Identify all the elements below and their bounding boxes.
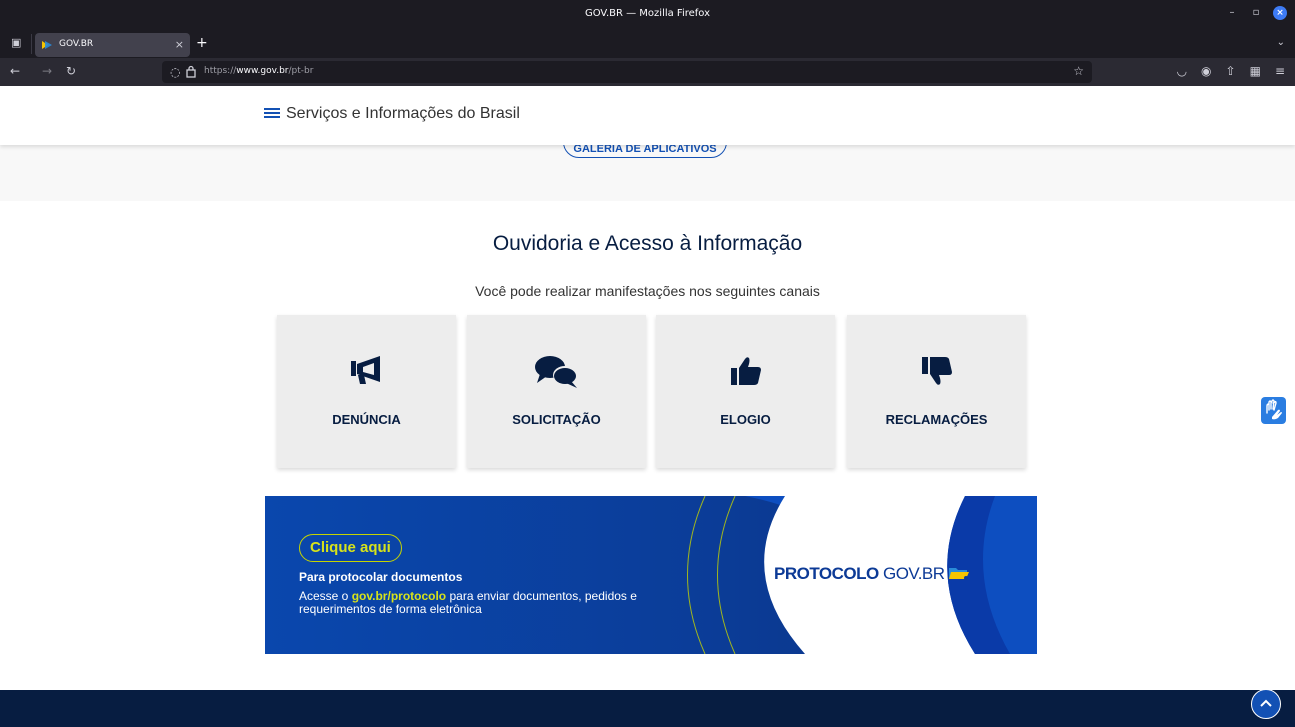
url-text[interactable]: https://www.gov.br/pt-br (204, 66, 313, 76)
url-scheme: https:// (204, 66, 237, 76)
tab-separator (31, 34, 32, 54)
site-title[interactable]: Serviços e Informações do Brasil (286, 105, 520, 123)
thumbs-down-icon (921, 357, 952, 385)
vlibras-accessibility-button[interactable] (1261, 397, 1286, 424)
card-denuncia[interactable]: DENÚNCIA (277, 315, 456, 468)
close-window-icon[interactable]: × (1273, 6, 1287, 20)
folder-icon (948, 568, 969, 580)
toolbar-actions: ◡ ◉ ⇧ ▦ ≡ (1177, 63, 1285, 79)
new-tab-icon[interactable]: + (196, 36, 208, 50)
web-page: Serviços e Informações do Brasil GALERIA… (0, 86, 1295, 727)
tab-bar: ▣ GOV.BR × + ⌄ (0, 30, 1295, 58)
site-footer (0, 690, 1295, 727)
protocolo-link[interactable]: gov.br/protocolo (352, 589, 446, 603)
scroll-to-top-button[interactable] (1251, 689, 1281, 719)
megaphone-icon (350, 356, 380, 384)
navigation-toolbar: ← → ↻ ◌ https://www.gov.br/pt-br ☆ ◡ ◉ ⇧… (0, 58, 1295, 86)
menu-icon[interactable] (264, 106, 280, 122)
hamburger-menu-icon[interactable]: ≡ (1275, 63, 1285, 79)
chevron-up-icon (1260, 699, 1272, 707)
clique-aqui-button[interactable]: Clique aqui (299, 534, 402, 562)
account-icon[interactable]: ◉ (1201, 63, 1211, 79)
logo-bold-text: PROTOCOLO (774, 564, 879, 583)
url-path: /pt-br (288, 66, 314, 76)
back-icon[interactable]: ← (10, 64, 20, 78)
window-controls: – ▫ × (1225, 6, 1287, 20)
window-title: GOV.BR — Mozilla Firefox (584, 8, 711, 19)
lock-icon[interactable] (186, 65, 196, 78)
forward-icon[interactable]: → (42, 64, 52, 78)
banner-text: Acesse o gov.br/protocolo para enviar do… (299, 590, 679, 616)
thumbs-up-icon (730, 357, 761, 385)
card-label: RECLAMAÇÕES (885, 412, 988, 427)
maximize-icon[interactable]: ▫ (1249, 6, 1263, 20)
card-solicitacao[interactable]: SOLICITAÇÃO (467, 315, 646, 468)
card-label: DENÚNCIA (332, 412, 401, 427)
tab-govbr[interactable]: GOV.BR × (35, 33, 190, 57)
card-elogio[interactable]: ELOGIO (656, 315, 835, 468)
chevron-down-icon[interactable]: ⌄ (1277, 37, 1285, 48)
site-header: Serviços e Informações do Brasil (0, 86, 1295, 145)
banner-heading: Para protocolar documentos (299, 570, 463, 584)
card-label: SOLICITAÇÃO (512, 412, 601, 427)
bookmark-star-icon[interactable]: ☆ (1073, 64, 1084, 78)
tab-title: GOV.BR (59, 39, 94, 49)
card-reclamacoes[interactable]: RECLAMAÇÕES (847, 315, 1026, 468)
apps-grid-icon[interactable]: ▦ (1250, 63, 1261, 79)
window-titlebar: GOV.BR — Mozilla Firefox – ▫ × (0, 0, 1295, 30)
url-host: www.gov.br (236, 66, 289, 76)
tracking-shield-icon[interactable]: ◌ (170, 65, 180, 79)
tab-close-icon[interactable]: × (175, 38, 184, 51)
pocket-icon[interactable]: ◡ (1177, 63, 1187, 79)
logo-light-text: GOV.BR (882, 564, 945, 583)
sign-language-hands-icon (1266, 399, 1282, 420)
govbr-favicon-icon (42, 41, 52, 49)
url-bar[interactable]: ◌ https://www.gov.br/pt-br ☆ (162, 61, 1092, 83)
reload-icon[interactable]: ↻ (66, 64, 76, 78)
card-label: ELOGIO (720, 412, 771, 427)
minimize-icon[interactable]: – (1225, 6, 1239, 20)
protocolo-banner[interactable]: Clique aqui Para protocolar documentos A… (265, 496, 1037, 654)
comments-icon (534, 356, 577, 388)
protocolo-govbr-logo: PROTOCOLO GOV.BR (774, 564, 969, 584)
tab-list-icon[interactable]: ▣ (11, 36, 25, 50)
ouvidoria-title: Ouvidoria e Acesso à Informação (492, 232, 803, 255)
extensions-icon[interactable]: ⇧ (1226, 63, 1236, 79)
ouvidoria-subtitle: Você pode realizar manifestações nos seg… (475, 283, 820, 299)
banner-text-prefix: Acesse o (299, 589, 352, 603)
